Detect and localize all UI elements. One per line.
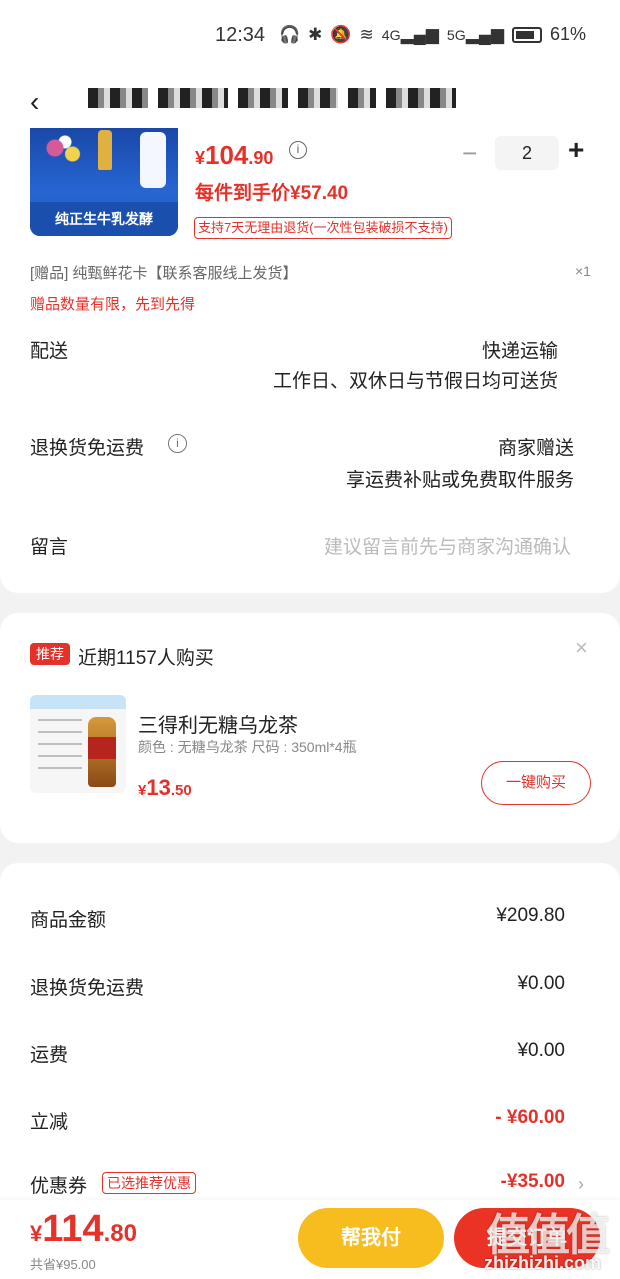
status-icons: 🎧 ✱ 🔕 ≋ 4G▂▄▆ 5G▂▄▆ 61% bbox=[279, 24, 586, 45]
delivery-schedule[interactable]: 工作日、双休日与节假日均可送货 bbox=[273, 366, 558, 393]
recommend-product-price: ¥13.50 bbox=[138, 775, 192, 800]
status-bar: 12:34 🎧 ✱ 🔕 ≋ 4G▂▄▆ 5G▂▄▆ 61% bbox=[0, 0, 620, 70]
price-info-icon[interactable]: i bbox=[289, 141, 307, 159]
store-title-redacted bbox=[88, 88, 456, 110]
summary-label-shipping: 运费 bbox=[30, 1045, 69, 1066]
recommend-title: 近期1157人购买 bbox=[78, 648, 214, 669]
summary-label-goods: 商品金额 bbox=[30, 910, 107, 931]
gift-item: [赠品] 纯甄鲜花卡【联系客服线上发货】 bbox=[30, 265, 298, 282]
return-policy-tag: 支持7天无理由退货(一次性包装破损不支持) bbox=[194, 217, 452, 239]
yogurt-bottle-graphic bbox=[140, 132, 166, 188]
message-input[interactable]: 建议留言前先与商家沟通确认 bbox=[324, 532, 571, 559]
bluetooth-icon: ✱ bbox=[308, 24, 323, 44]
recommend-product-name[interactable]: 三得利无糖乌龙茶 bbox=[138, 709, 298, 738]
headphones-icon: 🎧 bbox=[278, 24, 301, 44]
one-click-buy-button[interactable]: 一键购买 bbox=[481, 761, 591, 805]
return-fee-provider: 商家赠送 bbox=[497, 438, 574, 459]
delivery-label: 配送 bbox=[30, 341, 69, 362]
wifi-icon: ≋ bbox=[359, 24, 374, 44]
nav-bar: ‹ bbox=[0, 70, 620, 128]
product-image[interactable]: 纯正生牛乳发酵 bbox=[30, 128, 178, 236]
product-image-caption: 纯正生牛乳发酵 bbox=[30, 202, 178, 236]
trophy-graphic bbox=[98, 130, 112, 170]
message-label: 留言 bbox=[30, 537, 69, 558]
chevron-right-icon[interactable]: › bbox=[578, 1174, 584, 1195]
delivery-method[interactable]: 快递运输 bbox=[482, 336, 558, 363]
summary-value-goods: ¥209.80 bbox=[496, 905, 565, 926]
return-fee-detail: 享运费补贴或免费取件服务 bbox=[345, 470, 574, 491]
checkout-bar: ¥114.80 共省¥95.00 帮我付 提交订单 bbox=[0, 1200, 620, 1279]
flowers-graphic bbox=[40, 132, 90, 172]
help-me-pay-button[interactable]: 帮我付 bbox=[298, 1208, 444, 1268]
summary-label-coupon: 优惠券 bbox=[30, 1176, 88, 1197]
battery-icon bbox=[511, 26, 542, 43]
mute-icon: 🔕 bbox=[330, 24, 352, 44]
close-icon[interactable]: × bbox=[575, 635, 588, 661]
quantity-increase-button[interactable]: + bbox=[568, 134, 584, 166]
recommend-card: 推荐 近期1157人购买 × 三得利无糖乌龙茶 颜色 : 无糖乌龙茶 尺码 : … bbox=[0, 613, 620, 843]
return-fee-label: 退换货免运费 bbox=[30, 438, 145, 459]
signal-5g-icon: 5G▂▄▆ bbox=[446, 24, 504, 44]
return-fee-info-icon[interactable]: i bbox=[168, 434, 187, 453]
unit-price: 每件到手价¥57.40 bbox=[195, 183, 349, 204]
total-saved: 共省¥95.00 bbox=[30, 1257, 96, 1272]
summary-value-shipping: ¥0.00 bbox=[517, 1040, 565, 1061]
submit-order-button[interactable]: 提交订单 bbox=[454, 1208, 600, 1268]
summary-value-return-fee: ¥0.00 bbox=[517, 973, 565, 994]
summary-value-coupon[interactable]: -¥35.00 bbox=[501, 1171, 565, 1193]
quantity-value[interactable]: 2 bbox=[495, 136, 559, 170]
total-price: ¥114.80 bbox=[30, 1208, 137, 1250]
summary-label-discount: 立减 bbox=[30, 1112, 69, 1133]
product-price: ¥104.90 bbox=[195, 140, 274, 170]
signal-4g-icon: 4G▂▄▆ bbox=[381, 24, 439, 44]
quantity-decrease-button[interactable]: − bbox=[462, 138, 477, 169]
back-icon[interactable]: ‹ bbox=[30, 86, 39, 118]
summary-value-discount: - ¥60.00 bbox=[495, 1107, 565, 1128]
recommend-product-image[interactable] bbox=[30, 695, 126, 793]
summary-label-return-fee: 退换货免运费 bbox=[30, 978, 145, 999]
coupon-selected-tag[interactable]: 已选推荐优惠 bbox=[102, 1172, 196, 1194]
recommend-product-spec: 颜色 : 无糖乌龙茶 尺码 : 350ml*4瓶 bbox=[138, 739, 357, 755]
battery-percent: 61% bbox=[549, 24, 586, 44]
recommend-badge: 推荐 bbox=[30, 643, 70, 665]
gift-limit-notice: 赠品数量有限，先到先得 bbox=[30, 296, 196, 313]
status-time: 12:34 bbox=[215, 24, 266, 46]
gift-count: ×1 bbox=[575, 263, 591, 279]
